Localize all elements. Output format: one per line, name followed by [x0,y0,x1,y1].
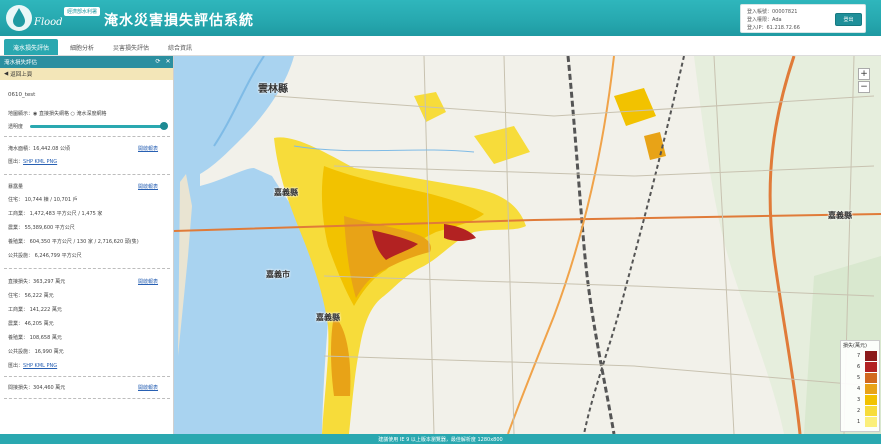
divider [4,398,170,399]
user-ip: 登入IP：61.218.72.66 [747,25,800,31]
user-info-box: 登入帳號：00007821 登入權限：Ada 登入IP：61.218.72.66… [740,4,866,33]
flood-area-label: 淹水面積： [8,146,34,152]
indirect-loss-value: 304,460 萬元 [33,385,66,391]
opacity-label: 透明度 [8,124,24,130]
legend-swatch-6 [865,362,877,372]
exposure-aquaculture: 養殖業： 604,350 平方公尺 / 130 家 / 2,716,620 頭(… [8,239,139,245]
zoom-in-button[interactable]: + [858,68,870,80]
legend-swatch-7 [865,351,877,361]
water-drop-icon [6,5,32,31]
legend-swatch-5 [865,373,877,383]
flood-area: 淹水面積：16,442.08 公頃 [8,145,70,152]
direct-loss-total: 直接損失：363,297 萬元 [8,279,66,285]
export-links-direct[interactable]: SHP KML PNG [23,363,57,369]
legend-level: 6 [857,364,861,370]
main-tabs: 淹水損失評估 細胞分析 災害損失評估 綜合資訊 [0,36,881,56]
app-title: 淹水災害損失評估系統 [104,13,254,29]
sidebar-panel: 淹水損失評估 ⟳ ✕ ◀ 返回上頁 0610_test 地圖顯示：◉ 直接損失網… [0,56,174,434]
user-account: 登入帳號：00007821 [747,9,798,15]
export-links-area[interactable]: SHP KML PNG [23,159,57,165]
tab-flood-loss[interactable]: 淹水損失評估 [4,39,58,55]
exposure-title: 暴露量 [8,184,24,190]
refresh-icon[interactable]: ⟳ [154,58,162,66]
tab-integrated-info[interactable]: 綜合資訊 [160,39,200,55]
divider [4,136,170,137]
open-report-link-area[interactable]: 開啟報表 [138,145,158,152]
opacity-slider[interactable] [30,125,164,128]
exposure-industrial: 工商業： 1,472,483 平方公尺 / 1,475 家 [8,211,103,217]
exposure-residential: 住宅： 10,744 棟 / 10,701 戶 [8,197,78,203]
legend-swatch-2 [865,406,877,416]
export-label: 匯出： [8,363,24,369]
direct-aquaculture: 養殖業： 108,658 萬元 [8,335,62,341]
map-label-chiayi-county-south: 嘉義縣 [316,313,340,322]
legend-level: 7 [857,353,861,359]
indirect-loss-total: 間接損失：304,460 萬元 [8,385,66,391]
divider [4,268,170,269]
flood-zone-medium [614,88,656,126]
tab-cell-analysis[interactable]: 細胞分析 [62,39,102,55]
divider [4,174,170,175]
legend-swatch-1 [865,417,877,427]
map-label-yunlin: 雲林縣 [258,84,288,95]
open-report-link-direct[interactable]: 開啟報表 [138,278,158,285]
legend-level: 1 [857,419,861,425]
zoom-out-button[interactable]: − [858,81,870,93]
legend-level: 4 [857,386,861,392]
export-direct: 匯出：SHP KML PNG [8,362,57,369]
direct-industrial: 工商業： 141,222 萬元 [8,307,62,313]
legend-level: 3 [857,397,861,403]
map-label-chiayi-city: 嘉義市 [266,270,290,279]
tab-disaster-loss[interactable]: 災害損失評估 [104,39,158,55]
export-label: 匯出： [8,159,24,165]
direct-loss-value: 363,297 萬元 [33,279,66,285]
legend-level: 2 [857,408,861,414]
app-header: Flood 經濟部水利署 淹水災害損失評估系統 登入帳號：00007821 登入… [0,0,881,36]
direct-agriculture: 農業： 46,205 萬元 [8,321,54,327]
panel-title-text: 淹水損失評估 [4,60,38,66]
exposure-agriculture: 農業： 55,389,600 平方公尺 [8,225,75,231]
export-area: 匯出：SHP KML PNG [8,158,57,165]
map-legend: 損失(萬元) 7 6 5 4 3 2 1 [840,340,880,432]
open-report-link-exposure[interactable]: 開啟報表 [138,183,158,190]
map-canvas[interactable] [174,56,881,434]
indirect-loss-title: 間接損失 [8,385,29,391]
legend-title: 損失(萬元) [843,343,867,349]
footer: 建議使用 IE 9 以上版本瀏覽器，最佳解析度 1280x800 [0,434,881,444]
direct-public: 公共設施： 16,990 萬元 [8,349,64,355]
scenario-name: 0610_test [8,92,36,98]
legend-swatch-3 [865,395,877,405]
direct-loss-title: 直接損失 [8,279,29,285]
legend-level: 5 [857,375,861,381]
close-icon[interactable]: ✕ [164,58,172,66]
logo: Flood 經濟部水利署 [4,3,100,33]
divider [4,376,170,377]
flood-zone-low [474,126,530,164]
map-display-options[interactable]: 地圖顯示：◉ 直接損失網格 ○ 淹水深度網格 [8,110,107,117]
map-label-chiayi-county: 嘉義縣 [274,188,298,197]
back-button[interactable]: ◀ 返回上頁 [0,68,173,80]
flood-area-value: 16,442.08 公頃 [33,146,71,152]
opacity-slider-handle[interactable] [160,122,168,130]
back-arrow-icon: ◀ [4,71,9,77]
direct-residential: 住宅： 56,222 萬元 [8,293,54,299]
back-label: 返回上頁 [10,72,33,78]
user-role: 登入權限：Ada [747,17,782,23]
open-report-link-indirect[interactable]: 開啟報表 [138,384,158,391]
logout-button[interactable]: 登出 [835,13,862,26]
map-label-chiayi-county-east: 嘉義縣 [828,211,852,220]
legend-swatch-4 [865,384,877,394]
exposure-public: 公共設施： 6,246,799 平方公尺 [8,253,82,259]
logo-badge: 經濟部水利署 [64,7,100,16]
logo-script: Flood [34,17,63,28]
panel-title: 淹水損失評估 [0,56,173,68]
map-view[interactable]: 雲林縣 嘉義縣 嘉義市 嘉義縣 嘉義縣 + − 損失(萬元) 7 6 5 4 3… [174,56,881,434]
